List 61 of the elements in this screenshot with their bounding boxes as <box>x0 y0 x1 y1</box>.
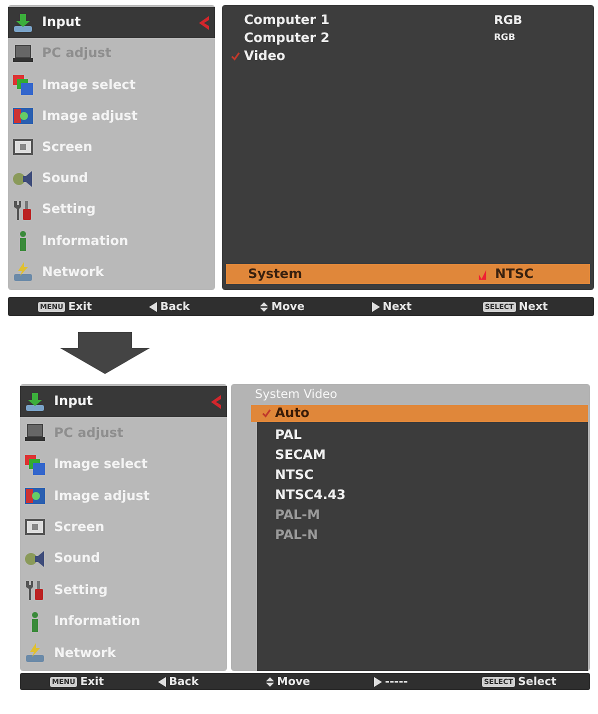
menu-item[interactable]: Input <box>8 7 215 38</box>
option-item[interactable]: PAL <box>257 425 588 445</box>
option-item[interactable]: SECAM <box>257 445 588 465</box>
system-value: NTSC <box>495 266 534 282</box>
signal-mark-icon <box>478 268 487 280</box>
input-option[interactable]: Video <box>226 47 590 65</box>
check-icon <box>231 52 240 60</box>
menu-item[interactable]: Setting <box>20 574 227 606</box>
input-option[interactable]: Computer 1 RGB <box>226 11 590 29</box>
submenu-title: System Video <box>254 387 338 403</box>
menu-item[interactable]: Information <box>20 606 227 638</box>
info-icon <box>19 230 27 252</box>
key-guide-label: Exit <box>80 675 104 688</box>
menu-item[interactable]: Screen <box>8 132 215 164</box>
key-guide-label: Move <box>271 300 305 313</box>
up-down-arrow-icon <box>266 676 274 686</box>
key-guide-label: Move <box>277 675 310 688</box>
key-guide-label: ----- <box>385 675 408 688</box>
key-guide-label: Back <box>169 675 199 688</box>
network-icon <box>12 261 34 284</box>
check-icon <box>262 409 271 418</box>
key-guide-label: Next <box>518 300 548 313</box>
menu-item[interactable]: Information <box>8 226 215 257</box>
menu-item[interactable]: Image adjust <box>8 100 215 132</box>
info-icon <box>31 610 39 633</box>
left-arrow-icon <box>158 676 166 686</box>
down-arrow-icon <box>60 332 150 374</box>
laptop-icon <box>12 42 34 65</box>
menu-item[interactable]: Network <box>8 256 215 288</box>
menu-item[interactable]: Network <box>20 638 227 669</box>
download-icon <box>12 12 34 34</box>
option-item[interactable]: Auto <box>251 405 588 422</box>
option-item[interactable]: NTSC <box>257 465 588 485</box>
right-arrow-icon <box>372 302 380 312</box>
chevron-left-icon <box>199 16 209 30</box>
stacked-pictures-icon <box>24 454 46 476</box>
menu-item[interactable]: Sound <box>8 163 215 194</box>
option-item[interactable]: NTSC4.43 <box>257 485 588 505</box>
menu-item[interactable]: Input <box>20 386 227 418</box>
key-guide-label: Next <box>382 300 412 313</box>
download-icon <box>24 390 46 413</box>
menu-item[interactable]: Image adjust <box>20 480 227 512</box>
key-guide-label: Back <box>160 300 190 313</box>
tools-icon <box>12 198 34 221</box>
stacked-pictures-icon <box>12 74 34 96</box>
menu-item[interactable]: Sound <box>20 543 227 575</box>
up-down-arrow-icon <box>260 302 268 312</box>
network-icon <box>24 642 46 664</box>
chevron-left-icon <box>211 394 221 409</box>
menu-item[interactable]: Image select <box>8 69 215 101</box>
system-row[interactable]: System NTSC <box>226 264 590 284</box>
system-label: System <box>248 266 304 282</box>
left-arrow-icon <box>149 302 158 312</box>
tools-icon <box>24 579 46 602</box>
key-guide-label: Exit <box>68 300 92 313</box>
menu-item[interactable]: Setting <box>8 194 215 226</box>
menu-item[interactable]: Screen <box>20 512 227 544</box>
menu-item[interactable]: Image select <box>20 448 227 480</box>
input-option[interactable]: Computer 2 RGB <box>226 29 590 47</box>
right-arrow-icon <box>374 676 382 686</box>
key-guide-label: Select <box>518 675 556 688</box>
